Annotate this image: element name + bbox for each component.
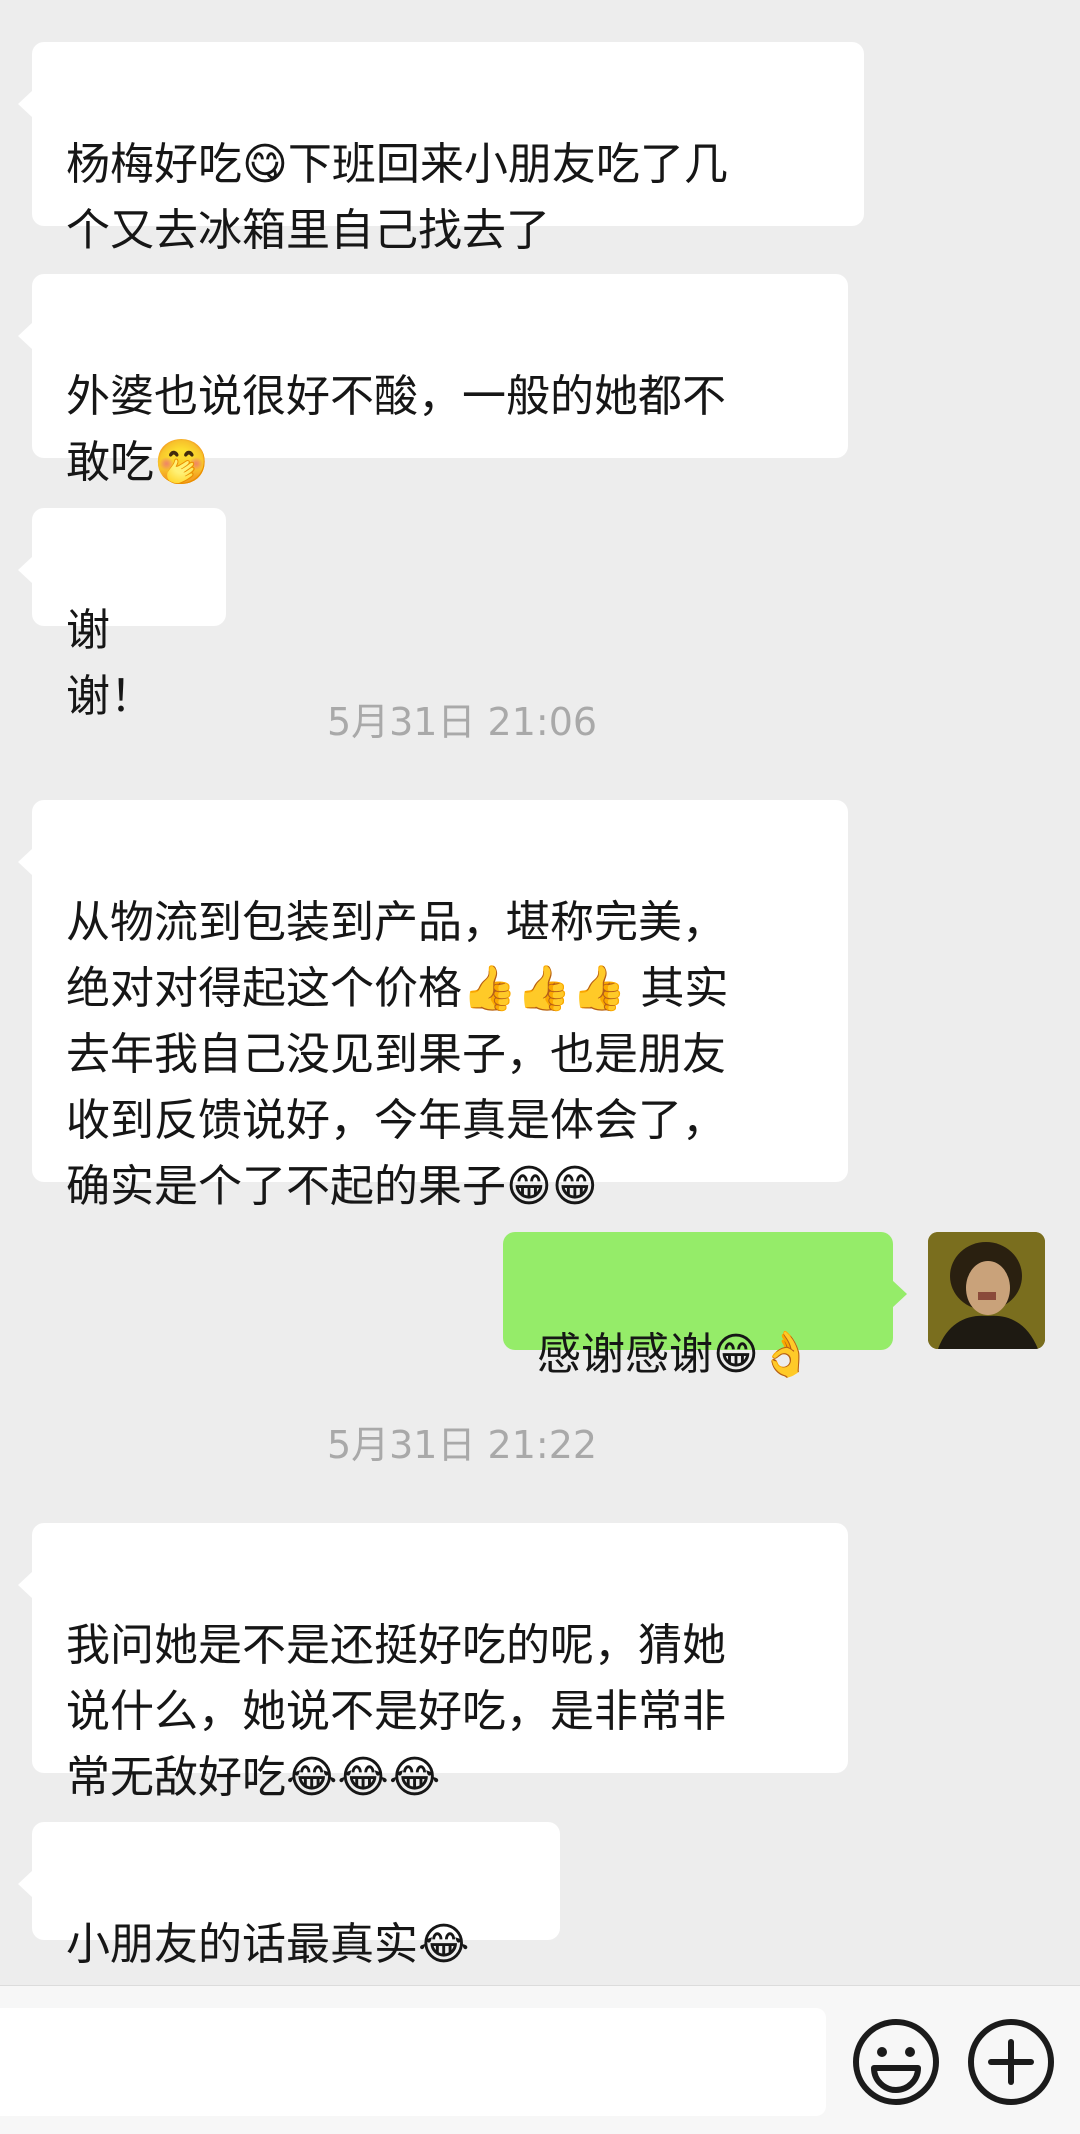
message-bubble[interactable]: 我问她是不是还挺好吃的呢，猜她 说什么，她说不是好吃，是非常非 常无敌好吃😂😂😂 (18, 1523, 848, 1803)
message-text: 杨梅好吃😋下班回来小朋友吃了几 个又去冰箱里自己找去了 (66, 139, 728, 256)
message-text: 小朋友的话最真实😂 (66, 1919, 470, 1970)
timestamp: 5月31日 21:06 (326, 700, 598, 744)
message-text: 外婆也说很好不酸，一般的她都不 敢吃🤭 (66, 371, 726, 488)
message-text: 我问她是不是还挺好吃的呢，猜她 说什么，她说不是好吃，是非常非 常无敌好吃😂😂😂 (66, 1620, 726, 1803)
message-bubble[interactable]: 杨梅好吃😋下班回来小朋友吃了几 个又去冰箱里自己找去了 (18, 42, 864, 256)
plus-icon[interactable] (961, 2012, 1061, 2112)
message-bubble[interactable]: 谢谢！ (18, 508, 226, 722)
message-text: 从物流到包装到产品，堪称完美， 绝对对得起这个价格👍👍👍 其实 去年我自己没见到… (66, 897, 729, 1212)
message-bubble[interactable]: 小朋友的话最真实😂 (18, 1822, 560, 1970)
emoji-icon[interactable] (846, 2012, 946, 2112)
avatar-image (928, 1232, 1045, 1349)
message-bubble[interactable]: 外婆也说很好不酸，一般的她都不 敢吃🤭 (18, 274, 848, 488)
avatar[interactable] (928, 1232, 1045, 1349)
message-bubble-self[interactable]: 感谢感谢😁👌 (503, 1232, 907, 1380)
message-input[interactable] (0, 2008, 826, 2116)
input-bar (0, 1985, 1080, 2134)
timestamp: 5月31日 21:22 (326, 1423, 598, 1467)
message-bubble[interactable]: 从物流到包装到产品，堪称完美， 绝对对得起这个价格👍👍👍 其实 去年我自己没见到… (18, 800, 848, 1212)
message-text: 感谢感谢😁👌 (537, 1329, 814, 1380)
